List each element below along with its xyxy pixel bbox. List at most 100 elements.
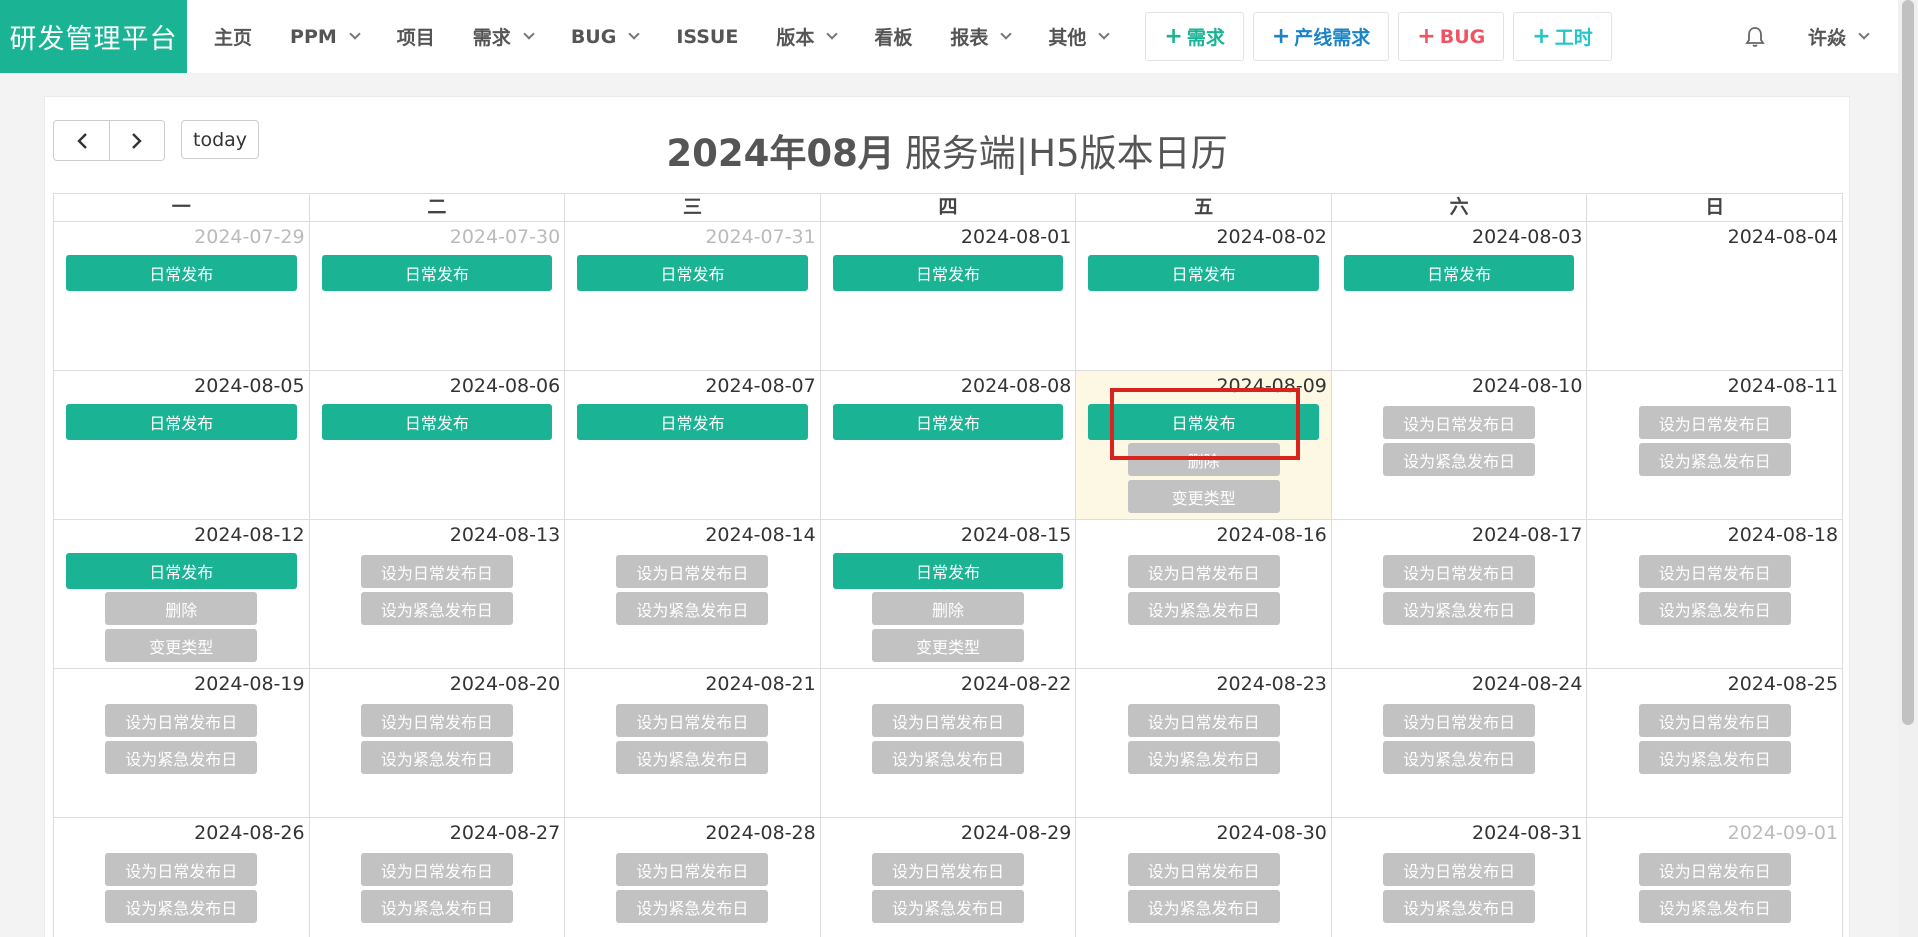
- set-urgent-release-button[interactable]: 设为紧急发布日: [616, 592, 769, 625]
- day-cell[interactable]: 2024-08-04: [1587, 222, 1844, 371]
- day-cell[interactable]: 2024-08-31 设为日常发布日 设为紧急发布日: [1332, 818, 1588, 937]
- set-daily-release-button[interactable]: 设为日常发布日: [360, 555, 513, 588]
- set-daily-release-button[interactable]: 设为日常发布日: [1127, 555, 1280, 588]
- menu-item-1[interactable]: PPM: [271, 0, 378, 73]
- delete-button[interactable]: 删除: [872, 592, 1025, 625]
- set-daily-release-button[interactable]: 设为日常发布日: [360, 853, 513, 886]
- set-urgent-release-button[interactable]: 设为紧急发布日: [616, 890, 769, 923]
- delete-button[interactable]: 删除: [105, 592, 258, 625]
- set-daily-release-button[interactable]: 设为日常发布日: [616, 555, 769, 588]
- day-cell[interactable]: 2024-08-15 日常发布 删除 变更类型: [820, 520, 1077, 669]
- change-type-button[interactable]: 变更类型: [105, 629, 258, 662]
- menu-item-5[interactable]: ISSUE: [657, 0, 757, 73]
- set-daily-release-button[interactable]: 设为日常发布日: [1638, 704, 1791, 737]
- set-urgent-release-button[interactable]: 设为紧急发布日: [360, 592, 513, 625]
- day-cell[interactable]: 2024-08-28 设为日常发布日 设为紧急发布日: [565, 818, 821, 937]
- set-daily-release-button[interactable]: 设为日常发布日: [1383, 555, 1536, 588]
- daily-release-event[interactable]: 日常发布: [832, 553, 1064, 589]
- daily-release-event[interactable]: 日常发布: [66, 404, 297, 440]
- scrollbar-thumb[interactable]: [1902, 0, 1914, 725]
- set-urgent-release-button[interactable]: 设为紧急发布日: [1127, 592, 1280, 625]
- daily-release-event[interactable]: 日常发布: [1088, 404, 1319, 440]
- set-urgent-release-button[interactable]: 设为紧急发布日: [105, 890, 258, 923]
- set-daily-release-button[interactable]: 设为日常发布日: [872, 704, 1025, 737]
- day-cell[interactable]: 2024-08-11 设为日常发布日 设为紧急发布日: [1587, 371, 1844, 520]
- set-urgent-release-button[interactable]: 设为紧急发布日: [872, 890, 1025, 923]
- day-cell[interactable]: 2024-08-29 设为日常发布日 设为紧急发布日: [821, 818, 1077, 937]
- daily-release-event[interactable]: 日常发布: [577, 255, 808, 291]
- day-cell[interactable]: 2024-08-17 设为日常发布日 设为紧急发布日: [1331, 520, 1588, 669]
- set-urgent-release-button[interactable]: 设为紧急发布日: [1127, 890, 1280, 923]
- set-daily-release-button[interactable]: 设为日常发布日: [1383, 406, 1536, 439]
- daily-release-event[interactable]: 日常发布: [832, 404, 1064, 440]
- day-cell[interactable]: 2024-08-03 日常发布: [1331, 222, 1588, 371]
- set-daily-release-button[interactable]: 设为日常发布日: [1383, 853, 1536, 886]
- daily-release-event[interactable]: 日常发布: [321, 255, 553, 291]
- add-worktime-button[interactable]: + 工时: [1513, 12, 1612, 61]
- day-cell[interactable]: 2024-08-13 设为日常发布日 设为紧急发布日: [309, 520, 566, 669]
- set-urgent-release-button[interactable]: 设为紧急发布日: [1638, 741, 1791, 774]
- set-daily-release-button[interactable]: 设为日常发布日: [1638, 853, 1791, 886]
- bell-icon[interactable]: [1742, 24, 1768, 50]
- daily-release-event[interactable]: 日常发布: [577, 404, 808, 440]
- page-scrollbar[interactable]: [1898, 0, 1918, 937]
- day-cell[interactable]: 2024-08-25 设为日常发布日 设为紧急发布日: [1587, 669, 1844, 818]
- set-daily-release-button[interactable]: 设为日常发布日: [1383, 704, 1536, 737]
- brand-logo[interactable]: 研发管理平台: [0, 0, 187, 73]
- set-urgent-release-button[interactable]: 设为紧急发布日: [360, 741, 513, 774]
- day-cell[interactable]: 2024-07-30 日常发布: [309, 222, 566, 371]
- day-cell[interactable]: 2024-08-12 日常发布 删除 变更类型: [54, 520, 310, 669]
- day-cell[interactable]: 2024-08-07 日常发布: [565, 371, 821, 520]
- day-cell[interactable]: 2024-08-01 日常发布: [820, 222, 1077, 371]
- delete-button[interactable]: 删除: [1127, 443, 1280, 476]
- menu-item-0[interactable]: 主页: [195, 0, 271, 73]
- day-cell[interactable]: 2024-07-29 日常发布: [54, 222, 310, 371]
- day-cell[interactable]: 2024-08-18 设为日常发布日 设为紧急发布日: [1587, 520, 1844, 669]
- day-cell[interactable]: 2024-08-22 设为日常发布日 设为紧急发布日: [820, 669, 1077, 818]
- menu-item-2[interactable]: 项目: [378, 0, 454, 73]
- set-daily-release-button[interactable]: 设为日常发布日: [1638, 555, 1791, 588]
- menu-item-9[interactable]: 其他: [1029, 0, 1127, 73]
- change-type-button[interactable]: 变更类型: [1127, 480, 1280, 513]
- set-daily-release-button[interactable]: 设为日常发布日: [1127, 704, 1280, 737]
- set-daily-release-button[interactable]: 设为日常发布日: [872, 853, 1025, 886]
- set-urgent-release-button[interactable]: 设为紧急发布日: [360, 890, 513, 923]
- set-urgent-release-button[interactable]: 设为紧急发布日: [1638, 890, 1791, 923]
- day-cell[interactable]: 2024-08-21 设为日常发布日 设为紧急发布日: [565, 669, 821, 818]
- user-menu[interactable]: 许焱: [1808, 23, 1870, 50]
- set-daily-release-button[interactable]: 设为日常发布日: [105, 853, 258, 886]
- daily-release-event[interactable]: 日常发布: [1088, 255, 1319, 291]
- add-bug-button[interactable]: + BUG: [1398, 12, 1505, 61]
- day-cell[interactable]: 2024-08-16 设为日常发布日 设为紧急发布日: [1076, 520, 1332, 669]
- daily-release-event[interactable]: 日常发布: [1343, 255, 1575, 291]
- set-daily-release-button[interactable]: 设为日常发布日: [616, 704, 769, 737]
- set-urgent-release-button[interactable]: 设为紧急发布日: [1638, 592, 1791, 625]
- add-product-requirement-button[interactable]: + 产线需求: [1252, 12, 1390, 61]
- set-urgent-release-button[interactable]: 设为紧急发布日: [1383, 592, 1536, 625]
- set-urgent-release-button[interactable]: 设为紧急发布日: [616, 741, 769, 774]
- day-cell[interactable]: 2024-08-20 设为日常发布日 设为紧急发布日: [309, 669, 566, 818]
- day-cell[interactable]: 2024-08-23 设为日常发布日 设为紧急发布日: [1076, 669, 1332, 818]
- set-urgent-release-button[interactable]: 设为紧急发布日: [1383, 741, 1536, 774]
- day-cell[interactable]: 2024-08-02 日常发布: [1076, 222, 1332, 371]
- day-cell[interactable]: 2024-08-19 设为日常发布日 设为紧急发布日: [54, 669, 310, 818]
- day-cell[interactable]: 2024-08-06 日常发布: [309, 371, 566, 520]
- day-cell[interactable]: 2024-08-30 设为日常发布日 设为紧急发布日: [1076, 818, 1332, 937]
- day-cell[interactable]: 2024-07-31 日常发布: [565, 222, 821, 371]
- day-cell[interactable]: 2024-08-27 设为日常发布日 设为紧急发布日: [310, 818, 566, 937]
- set-urgent-release-button[interactable]: 设为紧急发布日: [1127, 741, 1280, 774]
- day-cell[interactable]: 2024-08-08 日常发布: [820, 371, 1077, 520]
- menu-item-4[interactable]: BUG: [552, 0, 658, 73]
- menu-item-3[interactable]: 需求: [454, 0, 552, 73]
- set-urgent-release-button[interactable]: 设为紧急发布日: [1638, 443, 1791, 476]
- daily-release-event[interactable]: 日常发布: [321, 404, 553, 440]
- set-daily-release-button[interactable]: 设为日常发布日: [105, 704, 258, 737]
- daily-release-event[interactable]: 日常发布: [66, 255, 297, 291]
- menu-item-8[interactable]: 报表: [931, 0, 1029, 73]
- change-type-button[interactable]: 变更类型: [872, 629, 1025, 662]
- day-cell[interactable]: 2024-08-10 设为日常发布日 设为紧急发布日: [1331, 371, 1588, 520]
- day-cell[interactable]: 2024-08-09 日常发布 删除 变更类型: [1076, 371, 1332, 520]
- set-urgent-release-button[interactable]: 设为紧急发布日: [1383, 443, 1536, 476]
- day-cell[interactable]: 2024-08-05 日常发布: [54, 371, 310, 520]
- day-cell[interactable]: 2024-08-26 设为日常发布日 设为紧急发布日: [54, 818, 310, 937]
